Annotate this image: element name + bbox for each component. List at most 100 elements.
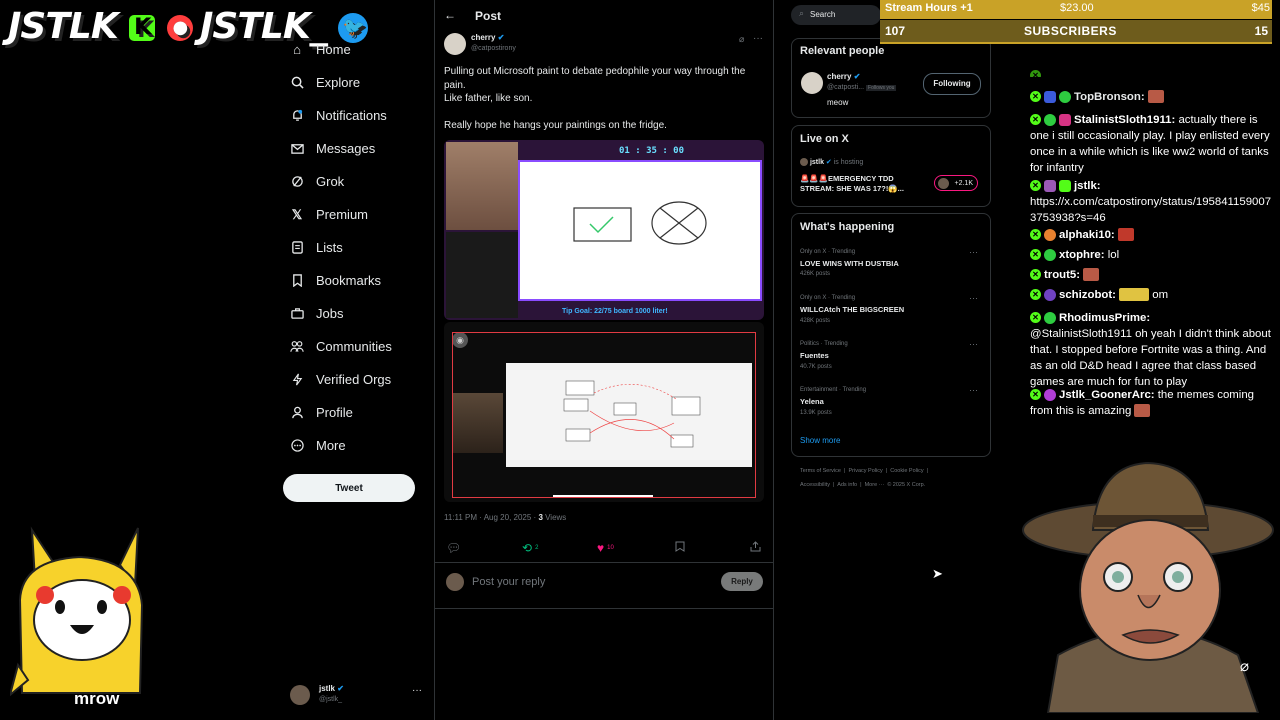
more-dots-icon[interactable]: ··· [969, 293, 978, 303]
emote-icon [1134, 404, 1151, 418]
relevant-handle: @catposti... Follows you [827, 84, 897, 91]
stream-hours-bar: Stream Hours +1 $23.00 $45 [880, 0, 1272, 19]
search-placeholder: Search [810, 10, 836, 19]
pikachu-mascot: mrow [8, 525, 155, 715]
more-dots-icon[interactable]: ··· [753, 33, 763, 44]
nav-communities[interactable]: Communities [290, 339, 392, 354]
chat-message: ✕ alphaki10: [1030, 227, 1276, 243]
nav-label: Bookmarks [316, 273, 382, 288]
search-icon [290, 76, 304, 90]
relevant-name[interactable]: cherry ✔ [827, 72, 860, 81]
post-text-line: pain. [444, 80, 466, 91]
nav-label: Profile [316, 405, 353, 420]
grok-icon [290, 175, 304, 189]
sub-badge-icon [1044, 90, 1056, 103]
author-avatar[interactable] [444, 33, 466, 55]
nav-home[interactable]: ⌂ Home [290, 42, 351, 57]
more-dots-icon[interactable]: ··· [412, 685, 422, 696]
reply-input[interactable]: Post your reply [472, 576, 545, 588]
trend-item[interactable]: Yelena [800, 397, 824, 406]
nav-jobs[interactable]: Jobs [290, 306, 343, 321]
home-icon: ⌂ [293, 42, 301, 57]
more-dots-icon[interactable]: ··· [969, 247, 978, 257]
chat-message: ✕ xtophre: lol [1030, 247, 1276, 263]
more-dots-icon[interactable]: ··· [969, 339, 978, 349]
grok-icon[interactable]: ⌀ [739, 34, 744, 45]
nav-more[interactable]: More [290, 438, 346, 453]
show-more-link[interactable]: Show more [800, 436, 840, 445]
retweet-icon: ⟲ [522, 541, 533, 555]
reply-button[interactable]: Reply [721, 572, 763, 591]
chat-message: ✕ Jstlk_GoonerArc: the memes coming from … [1030, 388, 1254, 418]
trend-posts: 40.7K posts [800, 364, 832, 370]
like-action[interactable]: ♥ 10 [597, 541, 614, 555]
more-dots-icon[interactable]: ··· [969, 385, 978, 395]
trend-item[interactable]: LOVE WINS WITH DUSTBIA [800, 259, 899, 268]
person-icon [290, 406, 304, 420]
trend-item[interactable]: Fuentes [800, 351, 829, 360]
account-switcher[interactable]: jstlk ✔ @jstlk_ ··· [290, 683, 425, 709]
nav-explore[interactable]: Explore [290, 75, 360, 90]
nav-label: Lists [316, 240, 343, 255]
footer-links[interactable]: Terms of Service | Privacy Policy | Cook… [800, 468, 928, 474]
retweet-action[interactable]: ⟲ 2 [522, 541, 538, 555]
search-input[interactable]: ⌕ Search [791, 5, 881, 25]
trend-meta: Entertainment · Trending [800, 387, 867, 393]
nav-verified-orgs[interactable]: Verified Orgs [290, 372, 391, 387]
trend-posts: 428K posts [800, 318, 831, 324]
post-text-line: Really hope he hangs your paintings on t… [444, 120, 667, 131]
avatar [938, 178, 949, 189]
tweet-button[interactable]: Tweet [283, 474, 415, 502]
reply-avatar [446, 573, 464, 591]
share-action[interactable] [750, 541, 761, 555]
video-progress[interactable] [553, 495, 653, 497]
live-stream-title[interactable]: 🚨🚨🚨EMERGENCY TDD STREAM: SHE WAS 17?!😱..… [800, 174, 925, 194]
logo-text: JSTLK [8, 6, 119, 47]
nav-bookmarks[interactable]: Bookmarks [290, 273, 381, 288]
stream-hours-label: Stream Hours +1 [885, 2, 973, 14]
trend-item[interactable]: WILLCAtch THE BIGSCREEN [800, 305, 904, 314]
nav-label: Home [316, 42, 351, 57]
nav-label: More [316, 438, 346, 453]
bookmark-action[interactable] [675, 541, 685, 555]
nav-profile[interactable]: Profile [290, 405, 353, 420]
live-listener-count[interactable]: +2.1K [934, 175, 978, 191]
author-name[interactable]: cherry ✔ [471, 33, 504, 42]
back-arrow-icon[interactable]: ← [444, 8, 456, 22]
nav-premium[interactable]: 𝕏 Premium [290, 207, 368, 223]
chat-message: ✕ RhodimusPrime: [1030, 310, 1276, 326]
flowchart-drawing [563, 380, 701, 448]
chat-line-cutoff: ✕ [1030, 68, 1276, 77]
sub-badge-icon [1044, 113, 1056, 126]
card-title: Live on X [800, 133, 849, 145]
post-media-image[interactable]: 01 : 35 : 00 Tip Goal: 22/75 board 1000 … [444, 140, 764, 320]
following-button[interactable]: Following [923, 73, 981, 95]
chat-message: ✕ TopBronson: [1030, 89, 1276, 105]
paint-drawing [573, 201, 707, 245]
reply-action[interactable]: 💬︎ [446, 541, 461, 555]
footer-links[interactable]: Accessibility | Ads info | More ··· © 20… [800, 482, 925, 488]
record-icon: ● [166, 15, 193, 41]
avatar [290, 685, 310, 705]
stream-hours-goal: $45 [1251, 2, 1270, 14]
kick-badge-icon: ✕ [1030, 269, 1041, 281]
post-media-image[interactable]: ◉ [444, 322, 764, 502]
nav-messages[interactable]: Messages [290, 141, 375, 156]
chat-message-body[interactable]: https://x.com/catpostirony/status/195841… [1030, 194, 1276, 226]
emote-icon [1117, 228, 1134, 242]
nav-notifications[interactable]: Notifications [290, 108, 387, 123]
live-host[interactable]: jstlk ✔ is hosting [800, 158, 863, 167]
author-handle[interactable]: @catpostirony [471, 45, 516, 52]
follows-you-badge: Follows you [866, 85, 897, 91]
post-timestamp: 11:11 PM · Aug 20, 2025 · 3 Views [444, 513, 567, 522]
divider [434, 562, 773, 563]
nav-grok[interactable]: Grok [290, 174, 344, 189]
relevant-avatar[interactable] [801, 72, 823, 94]
streamer-webcam [446, 142, 518, 230]
avatar [800, 158, 808, 167]
kick-badge-icon: ✕ [1030, 389, 1041, 401]
nav-lists[interactable]: Lists [290, 240, 343, 255]
post-text-line: Like father, like son. [444, 93, 533, 104]
list-icon [290, 241, 304, 255]
search-icon: ⌕ [799, 8, 805, 18]
